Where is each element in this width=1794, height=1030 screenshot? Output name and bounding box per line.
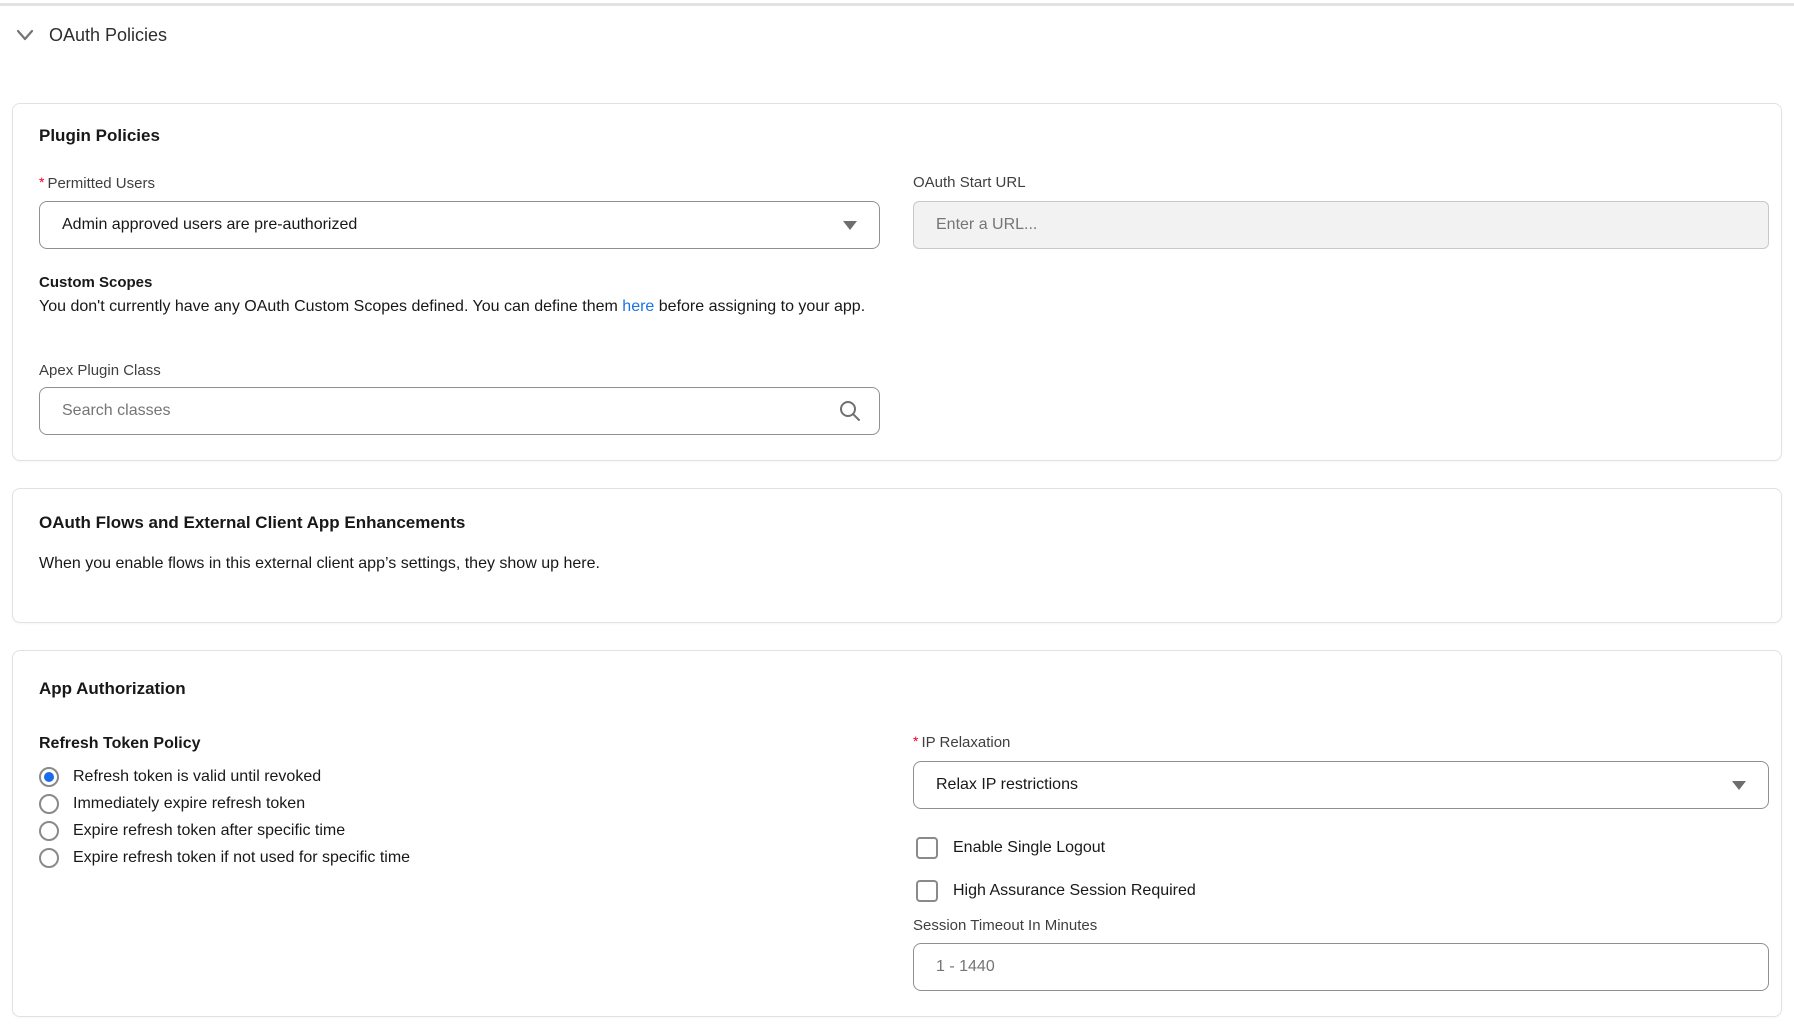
- session-timeout-input[interactable]: [913, 943, 1769, 991]
- radio-immediately-expire-refresh-token[interactable]: Immediately expire refresh token: [39, 794, 305, 814]
- chevron-down-icon[interactable]: [14, 24, 36, 46]
- radio-expire-refresh-token-if-not-used[interactable]: Expire refresh token if not used for spe…: [39, 848, 410, 868]
- dropdown-arrow-icon: [1732, 781, 1746, 790]
- ip-relaxation-label: *IP Relaxation: [913, 733, 1010, 751]
- radio-label: Refresh token is valid until revoked: [73, 768, 321, 786]
- apex-plugin-class-label: Apex Plugin Class: [39, 362, 161, 379]
- oauth-flows-description: When you enable flows in this external c…: [39, 555, 600, 573]
- enable-single-logout-checkbox-row[interactable]: Enable Single Logout: [916, 837, 1105, 859]
- radio-button-icon[interactable]: [39, 848, 59, 868]
- plugin-policies-card: Plugin Policies *Permitted Users Admin a…: [12, 103, 1782, 461]
- oauth-flows-card: OAuth Flows and External Client App Enha…: [12, 488, 1782, 623]
- permitted-users-dropdown[interactable]: Admin approved users are pre-authorized: [39, 201, 880, 249]
- radio-label: Expire refresh token after specific time: [73, 822, 345, 840]
- section-top-divider: [0, 3, 1794, 6]
- session-timeout-label: Session Timeout In Minutes: [913, 917, 1097, 934]
- checkbox-label: Enable Single Logout: [953, 839, 1105, 857]
- app-authorization-heading: App Authorization: [39, 679, 186, 699]
- radio-refresh-token-valid-until-revoked[interactable]: Refresh token is valid until revoked: [39, 767, 321, 787]
- ip-relaxation-dropdown[interactable]: Relax IP restrictions: [913, 761, 1769, 809]
- section-title: OAuth Policies: [49, 25, 167, 46]
- checkbox-icon[interactable]: [916, 880, 938, 902]
- apex-plugin-class-search-input[interactable]: [39, 387, 880, 435]
- radio-expire-refresh-token-after-time[interactable]: Expire refresh token after specific time: [39, 821, 345, 841]
- permitted-users-label: *Permitted Users: [39, 174, 155, 192]
- app-authorization-card: App Authorization Refresh Token Policy R…: [12, 650, 1782, 1017]
- required-asterisk: *: [913, 733, 918, 749]
- permitted-users-value: Admin approved users are pre-authorized: [62, 216, 357, 234]
- custom-scopes-text: You don't currently have any OAuth Custo…: [39, 298, 865, 316]
- radio-label: Immediately expire refresh token: [73, 795, 305, 813]
- radio-button-icon[interactable]: [39, 794, 59, 814]
- checkbox-label: High Assurance Session Required: [953, 882, 1196, 900]
- dropdown-arrow-icon: [843, 221, 857, 230]
- checkbox-icon[interactable]: [916, 837, 938, 859]
- high-assurance-session-checkbox-row[interactable]: High Assurance Session Required: [916, 880, 1196, 902]
- radio-button-icon[interactable]: [39, 767, 59, 787]
- oauth-start-url-label: OAuth Start URL: [913, 174, 1026, 191]
- plugin-policies-heading: Plugin Policies: [39, 126, 160, 146]
- refresh-token-policy-label: Refresh Token Policy: [39, 735, 201, 753]
- oauth-start-url-input: [913, 201, 1769, 249]
- radio-label: Expire refresh token if not used for spe…: [73, 849, 410, 867]
- ip-relaxation-value: Relax IP restrictions: [936, 776, 1078, 794]
- custom-scopes-here-link[interactable]: here: [622, 298, 654, 315]
- radio-button-icon[interactable]: [39, 821, 59, 841]
- required-asterisk: *: [39, 174, 44, 190]
- oauth-policies-section-header[interactable]: OAuth Policies: [14, 24, 167, 46]
- custom-scopes-heading: Custom Scopes: [39, 274, 152, 291]
- oauth-flows-heading: OAuth Flows and External Client App Enha…: [39, 513, 465, 533]
